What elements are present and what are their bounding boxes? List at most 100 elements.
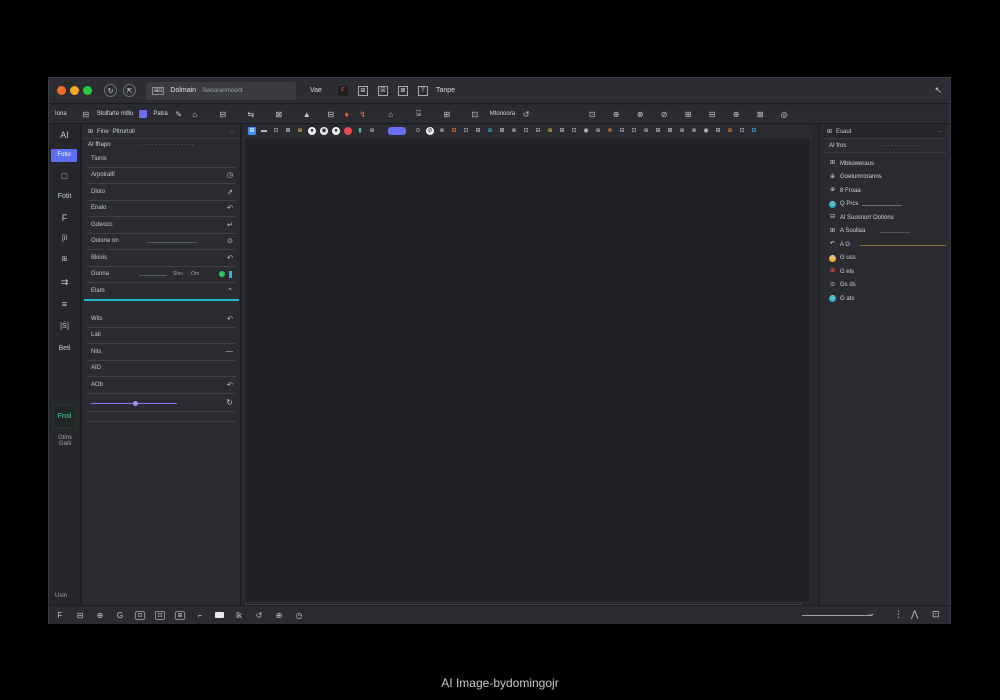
more-icon[interactable]: ⋮ — [894, 609, 903, 620]
search-icon[interactable]: ⊙ — [414, 127, 422, 135]
image-icon[interactable]: ⊠ — [755, 110, 765, 119]
share-icon[interactable]: ⊕ — [594, 127, 602, 135]
star-icon[interactable]: ⊕ — [546, 127, 554, 135]
color-bar-icon[interactable]: ▮ — [356, 127, 364, 135]
globe-icon[interactable]: ⊕ — [274, 611, 284, 620]
plus-circle-icon[interactable]: ⊕ — [611, 110, 621, 119]
gear-icon[interactable]: ⊗ — [438, 127, 446, 135]
undo-icon[interactable]: ↶ — [227, 204, 233, 212]
toggle-icon[interactable]: ⊘ — [426, 127, 434, 135]
zoom-icon[interactable]: ⊕ — [678, 127, 686, 135]
rail-item-ai[interactable]: AI — [49, 130, 80, 140]
arrow-up-right-icon[interactable]: ⇗ — [227, 188, 233, 196]
rail-item-crop-icon[interactable]: [Ŝ] — [49, 323, 80, 330]
close-box-icon[interactable]: ⊠ — [274, 110, 284, 119]
property-row[interactable]: ⊞ G els — [820, 265, 950, 279]
select-tool-icon[interactable]: ⊞ — [248, 127, 256, 135]
table-icon[interactable]: ⊞ — [683, 110, 693, 119]
undo-icon[interactable]: ↶ — [227, 381, 233, 389]
maximize-window-dot[interactable] — [83, 86, 92, 95]
grid-icon[interactable]: ⊞ — [474, 127, 482, 135]
expand-icon[interactable]: ⇱ — [123, 84, 136, 97]
link-icon[interactable]: ⊕ — [486, 127, 494, 135]
play-icon[interactable]: ⊟ — [618, 127, 626, 135]
refresh-icon[interactable]: ↻ — [104, 84, 117, 97]
boolean-icon[interactable]: ⊟ — [534, 127, 542, 135]
mail-icon[interactable] — [215, 612, 224, 618]
rail-user-label[interactable]: Usin — [55, 593, 67, 599]
refresh-icon[interactable]: G — [115, 611, 125, 620]
home-icon[interactable]: ⌂ — [190, 110, 200, 119]
layer-row[interactable]: Gdwocc ↵ — [87, 217, 236, 234]
lock-icon[interactable]: ⌂ — [386, 110, 396, 119]
align-icon[interactable]: ◉ — [702, 127, 710, 135]
rail-item-font-icon[interactable]: F — [49, 213, 80, 223]
rail-item-betl[interactable]: Betl — [49, 345, 80, 352]
record-icon[interactable] — [344, 127, 352, 135]
undo-icon[interactable]: ↶ — [227, 254, 233, 262]
filter-icon[interactable]: ⊗ — [690, 127, 698, 135]
layers-icon[interactable]: ⊡ — [630, 127, 638, 135]
document-tab[interactable]: ⊞⊟ Dolmain Swooranmoorlt — [146, 81, 296, 100]
bolt-icon[interactable]: ↯ — [358, 110, 368, 119]
settings-icon[interactable]: ⊗ — [635, 110, 645, 119]
page-icon[interactable]: ⊡ — [587, 110, 597, 119]
plus-icon[interactable]: ⊕ — [368, 127, 376, 135]
globe-icon[interactable]: ⊘ — [659, 110, 669, 119]
layer-row-selected[interactable]: Elam ⌃ — [87, 283, 236, 299]
shape-tool-icon[interactable]: ⊡ — [272, 127, 280, 135]
grid-icon[interactable]: ⊕ — [642, 127, 650, 135]
flag-icon[interactable]: ⌐ — [195, 611, 205, 620]
eye-icon[interactable]: ⊙ — [227, 237, 233, 245]
menu-label[interactable]: Tanpe — [436, 87, 455, 94]
swap-icon[interactable]: ⇆ — [246, 110, 256, 119]
layer-row[interactable]: Nits — — [87, 344, 236, 361]
pages-label[interactable]: Patra — [153, 111, 167, 117]
property-row[interactable]: ⊞ A Soullaa — [820, 225, 950, 239]
font-icon[interactable]: F — [55, 611, 65, 620]
rail-item-chart-icon[interactable]: [il — [49, 235, 80, 242]
layers-tab-assets[interactable]: Pltrurtoll — [113, 129, 135, 135]
layers-icon[interactable]: ⊟ — [218, 110, 228, 119]
frame-icon[interactable]: ⊠ — [397, 85, 408, 96]
person-icon[interactable]: ⋀ — [911, 609, 918, 620]
crop-tool-icon[interactable]: ⊠ — [284, 127, 292, 135]
layer-row[interactable]: Lati — [87, 328, 236, 344]
chevron-up-icon[interactable]: ⌃ — [227, 287, 233, 295]
property-row[interactable]: ⊕ G uss — [820, 252, 950, 266]
design-canvas[interactable] — [244, 137, 811, 603]
circle-tool-icon[interactable]: ● — [332, 127, 340, 135]
opacity-slider[interactable]: ↻ — [87, 394, 236, 412]
clock-icon[interactable]: ◷ — [227, 171, 233, 179]
triangle-icon[interactable]: ▲ — [302, 110, 312, 119]
undo-icon[interactable]: ↺ — [254, 611, 264, 620]
property-row[interactable]: ⊙ G ats — [820, 292, 950, 306]
radio-tool-icon[interactable]: ◉ — [320, 127, 328, 135]
property-row[interactable]: ⊙ Gs ds — [820, 279, 950, 293]
slider-knob[interactable] — [133, 400, 138, 406]
zoom-slider[interactable] — [802, 615, 872, 616]
rail-item-active[interactable]: Fotio — [51, 149, 77, 162]
rail-item-frame[interactable]: □ — [49, 171, 80, 181]
image-icon[interactable]: ⊠ — [498, 127, 506, 135]
grid-icon[interactable]: ⊞ — [175, 610, 185, 620]
minimize-window-dot[interactable] — [70, 86, 79, 95]
arrow-right-icon[interactable]: → — [867, 609, 875, 618]
list-icon[interactable]: ⊟ — [707, 110, 717, 119]
warning-icon[interactable]: ⊗ — [606, 127, 614, 135]
layer-row[interactable]: Gunna Sloo Oro — [87, 267, 236, 283]
layer-row[interactable]: Wits ↶ — [87, 311, 236, 328]
brand-logo-icon[interactable]: F — [337, 85, 348, 96]
minus-icon[interactable]: — — [226, 348, 233, 355]
layer-row[interactable]: Enalo ↶ — [87, 201, 236, 217]
export-icon[interactable]: ⊞ — [654, 127, 662, 135]
document-icon[interactable]: ⊡ — [932, 609, 940, 620]
rail-item-grid-icon[interactable]: ⊞ — [49, 255, 80, 263]
layer-row[interactable]: Dloto ⇗ — [87, 184, 236, 201]
globe-icon[interactable]: ⊕ — [95, 611, 105, 620]
sync-icon[interactable]: ↻ — [226, 398, 233, 407]
property-row[interactable]: ⊞ Mbkoweraus — [820, 157, 950, 171]
property-row[interactable]: ⊙ Q Prcs — [820, 198, 950, 212]
checkbox-icon[interactable] — [139, 110, 148, 118]
hand-icon[interactable]: ⊡ — [570, 127, 578, 135]
